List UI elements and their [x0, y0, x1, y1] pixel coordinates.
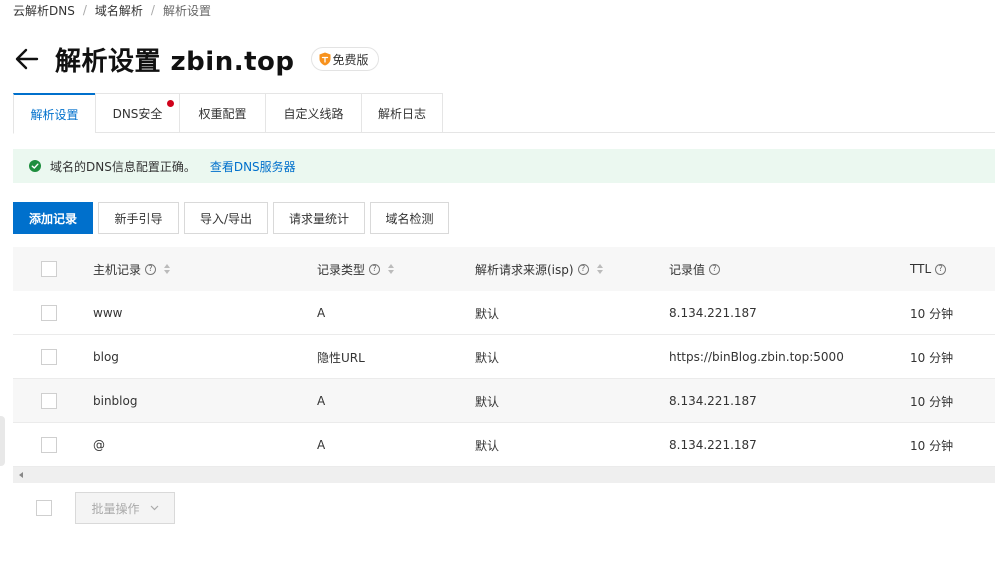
row-checkbox[interactable]: [41, 393, 57, 409]
edition-badge-label: 免费版: [332, 52, 369, 67]
type-cell: A: [317, 438, 326, 452]
value-cell: 8.134.221.187: [669, 394, 757, 408]
sort-icon[interactable]: [164, 264, 171, 274]
isp-cell: 默认: [475, 350, 500, 365]
question-circle-icon[interactable]: ?: [935, 263, 947, 275]
check-circle-icon: [29, 160, 41, 172]
tab-resolution-logs[interactable]: 解析日志: [361, 93, 443, 133]
isp-cell: 默认: [475, 306, 500, 321]
horizontal-scrollbar[interactable]: [13, 467, 995, 483]
row-checkbox[interactable]: [41, 437, 57, 453]
host-cell: binblog: [93, 394, 138, 408]
add-record-button[interactable]: 添加记录: [13, 202, 93, 234]
select-all-checkbox[interactable]: [41, 261, 57, 277]
value-cell: https://binBlog.zbin.top:5000: [669, 350, 844, 364]
ttl-cell: 10 分钟: [910, 350, 954, 365]
column-header-isp: 解析请求来源(isp): [475, 262, 574, 277]
breadcrumb: 云解析DNS / 域名解析 / 解析设置: [13, 2, 211, 18]
import-export-button[interactable]: 导入/导出: [184, 202, 268, 234]
column-header-host: 主机记录: [93, 262, 142, 277]
breadcrumb-item-current: 解析设置: [162, 3, 211, 18]
tab-label: 权重配置: [198, 106, 247, 121]
batch-operations-label: 批量操作: [91, 501, 140, 516]
batch-footer: 批量操作: [36, 492, 175, 524]
side-panel-handle[interactable]: [0, 416, 5, 466]
breadcrumb-item-domain-resolution[interactable]: 域名解析: [95, 2, 143, 19]
host-cell: blog: [93, 350, 119, 364]
host-cell: www: [93, 306, 123, 320]
question-circle-icon[interactable]: ?: [577, 263, 589, 275]
column-header-ttl: TTL: [910, 262, 932, 276]
tab-resolution-settings[interactable]: 解析设置: [13, 93, 95, 134]
back-button[interactable]: [13, 45, 41, 73]
arrow-left-icon: [15, 48, 39, 70]
notification-dot: [167, 100, 174, 107]
footer-select-all-checkbox[interactable]: [36, 500, 52, 516]
tab-label: 解析设置: [30, 107, 79, 122]
column-header-value: 记录值: [669, 262, 706, 277]
column-header-type: 记录类型: [317, 262, 366, 277]
table-row: www A 默认 8.134.221.187 10 分钟: [13, 291, 995, 335]
type-cell: 隐性URL: [317, 350, 365, 365]
edition-badge: 免费版: [310, 47, 379, 71]
row-checkbox[interactable]: [41, 305, 57, 321]
ttl-cell: 10 分钟: [910, 394, 954, 409]
table-row: binblog A 默认 8.134.221.187 10 分钟: [13, 379, 995, 423]
tab-weight-config[interactable]: 权重配置: [179, 93, 265, 133]
tab-label: 自定义线路: [283, 106, 344, 121]
question-circle-icon[interactable]: ?: [709, 263, 721, 275]
question-circle-icon[interactable]: ?: [145, 263, 157, 275]
ttl-cell: 10 分钟: [910, 438, 954, 453]
value-cell: 8.134.221.187: [669, 306, 757, 320]
type-cell: A: [317, 306, 326, 320]
scroll-left-icon[interactable]: [19, 472, 23, 478]
request-stats-button[interactable]: 请求量统计: [273, 202, 365, 234]
host-cell: @: [93, 438, 105, 452]
ttl-cell: 10 分钟: [910, 306, 954, 321]
page-title: 解析设置 zbin.top: [55, 46, 295, 77]
dns-status-notice: 域名的DNS信息配置正确。 查看DNS服务器: [13, 149, 995, 183]
table-row: @ A 默认 8.134.221.187 10 分钟: [13, 423, 995, 467]
value-cell: 8.134.221.187: [669, 438, 757, 452]
row-checkbox[interactable]: [41, 349, 57, 365]
tab-custom-lines[interactable]: 自定义线路: [265, 93, 361, 133]
breadcrumb-item-cloud-dns[interactable]: 云解析DNS: [13, 2, 75, 19]
records-table: 主机记录 ? 记录类型 ? 解析请求来源(isp) ? 记录值 ? TTL ? …: [13, 247, 995, 467]
tab-label: 解析日志: [377, 106, 426, 121]
table-row: blog 隐性URL 默认 https://binBlog.zbin.top:5…: [13, 335, 995, 379]
shield-icon: [319, 52, 331, 66]
tab-label: DNS安全: [112, 106, 163, 121]
view-dns-servers-link[interactable]: 查看DNS服务器: [210, 158, 296, 175]
sort-icon[interactable]: [388, 264, 395, 274]
question-circle-icon[interactable]: ?: [369, 263, 381, 275]
type-cell: A: [317, 394, 326, 408]
domain-check-button[interactable]: 域名检测: [370, 202, 449, 234]
chevron-down-icon: [150, 505, 159, 511]
notice-text: 域名的DNS信息配置正确。: [50, 159, 196, 174]
tab-bar: 解析设置 DNS安全 权重配置 自定义线路 解析日志: [13, 93, 995, 134]
isp-cell: 默认: [475, 394, 500, 409]
breadcrumb-separator: /: [82, 3, 87, 17]
table-header: 主机记录 ? 记录类型 ? 解析请求来源(isp) ? 记录值 ? TTL ?: [13, 247, 995, 291]
isp-cell: 默认: [475, 438, 500, 453]
tab-dns-security[interactable]: DNS安全: [95, 93, 179, 133]
sort-icon[interactable]: [596, 264, 603, 274]
toolbar: 添加记录 新手引导 导入/导出 请求量统计 域名检测: [13, 202, 454, 234]
breadcrumb-separator: /: [150, 3, 155, 17]
page-header: 解析设置 zbin.top 免费版: [13, 42, 379, 77]
batch-operations-button[interactable]: 批量操作: [75, 492, 175, 524]
beginner-guide-button[interactable]: 新手引导: [98, 202, 179, 234]
